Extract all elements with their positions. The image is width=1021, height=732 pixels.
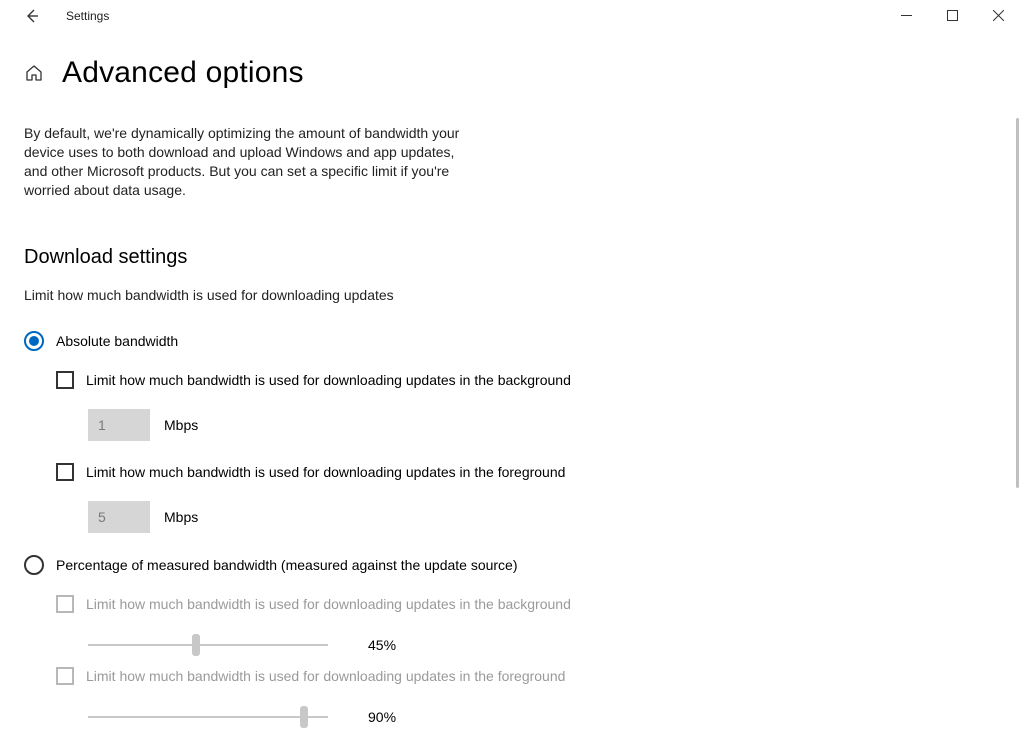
pct-bg-slider-row: 45% xyxy=(88,633,993,657)
pct-bg-value: 45% xyxy=(368,637,396,653)
pct-fg-slider-row: 90% xyxy=(88,705,993,729)
app-title: Settings xyxy=(66,9,109,23)
content-area: Advanced options By default, we're dynam… xyxy=(0,32,1021,729)
maximize-icon xyxy=(947,10,958,21)
slider-thumb xyxy=(300,706,308,728)
bg-bandwidth-input[interactable] xyxy=(88,409,150,441)
slider-thumb xyxy=(192,634,200,656)
pct-bg-slider[interactable] xyxy=(88,633,328,657)
back-button[interactable] xyxy=(18,2,46,30)
checkbox-label: Limit how much bandwidth is used for dow… xyxy=(86,596,571,612)
close-icon xyxy=(993,10,1004,21)
intro-text: By default, we're dynamically optimizing… xyxy=(24,124,474,200)
titlebar: Settings xyxy=(0,0,1021,32)
page-header: Advanced options xyxy=(24,56,993,90)
close-button[interactable] xyxy=(975,0,1021,30)
checkbox-pct-bg-limit[interactable]: Limit how much bandwidth is used for dow… xyxy=(56,595,993,613)
home-icon[interactable] xyxy=(24,63,44,83)
bg-bandwidth-unit: Mbps xyxy=(164,417,198,433)
slider-track xyxy=(88,644,328,646)
minimize-button[interactable] xyxy=(883,0,929,30)
slider-track xyxy=(88,716,328,718)
radio-label: Absolute bandwidth xyxy=(56,333,178,349)
arrow-left-icon xyxy=(24,8,40,24)
pct-fg-slider[interactable] xyxy=(88,705,328,729)
window-controls xyxy=(883,0,1021,30)
checkbox-label: Limit how much bandwidth is used for dow… xyxy=(86,668,565,684)
download-subtext: Limit how much bandwidth is used for dow… xyxy=(24,287,993,303)
fg-bandwidth-row: Mbps xyxy=(88,501,993,533)
fg-bandwidth-unit: Mbps xyxy=(164,509,198,525)
bg-bandwidth-row: Mbps xyxy=(88,409,993,441)
radio-absolute-bandwidth[interactable]: Absolute bandwidth xyxy=(24,331,993,351)
radio-icon xyxy=(24,555,44,575)
page-title: Advanced options xyxy=(62,56,304,90)
checkbox-icon xyxy=(56,371,74,389)
minimize-icon xyxy=(901,10,912,21)
checkbox-icon xyxy=(56,463,74,481)
checkbox-label: Limit how much bandwidth is used for dow… xyxy=(86,372,571,388)
radio-label: Percentage of measured bandwidth (measur… xyxy=(56,557,518,573)
scrollbar[interactable] xyxy=(1016,118,1019,488)
checkbox-label: Limit how much bandwidth is used for dow… xyxy=(86,464,565,480)
checkbox-bg-limit[interactable]: Limit how much bandwidth is used for dow… xyxy=(56,371,993,389)
fg-bandwidth-input[interactable] xyxy=(88,501,150,533)
checkbox-fg-limit[interactable]: Limit how much bandwidth is used for dow… xyxy=(56,463,993,481)
checkbox-icon xyxy=(56,595,74,613)
radio-icon xyxy=(24,331,44,351)
checkbox-pct-fg-limit[interactable]: Limit how much bandwidth is used for dow… xyxy=(56,667,993,685)
checkbox-icon xyxy=(56,667,74,685)
maximize-button[interactable] xyxy=(929,0,975,30)
pct-fg-value: 90% xyxy=(368,709,396,725)
download-heading: Download settings xyxy=(24,246,993,269)
radio-percentage-bandwidth[interactable]: Percentage of measured bandwidth (measur… xyxy=(24,555,993,575)
